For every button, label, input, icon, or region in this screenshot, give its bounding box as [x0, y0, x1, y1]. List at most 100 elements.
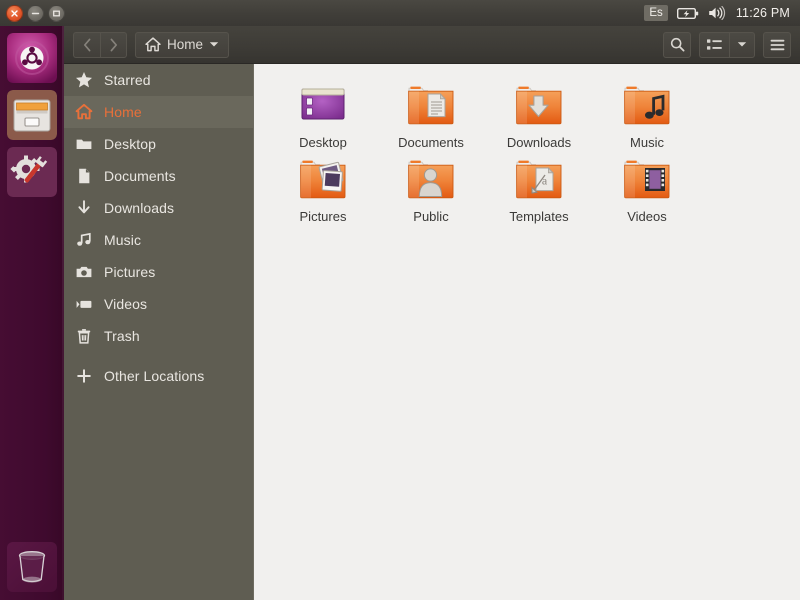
sidebar-item-desktop[interactable]: Desktop [64, 128, 254, 160]
music-icon [64, 231, 104, 249]
video-icon [64, 295, 104, 313]
view-mode-button[interactable] [699, 31, 729, 58]
plus-icon [64, 367, 104, 385]
sidebar-separator [64, 352, 254, 360]
file-item-music[interactable]: Music [593, 76, 701, 150]
file-item-label: Music [630, 135, 664, 150]
file-item-label: Videos [627, 209, 667, 224]
maximize-button[interactable] [48, 4, 65, 22]
sidebar-item-label: Downloads [104, 200, 175, 216]
file-item-label: Templates [509, 209, 569, 224]
file-manager-window: Home Starred Home Desktop Documents Down… [64, 26, 800, 600]
system-tray: Es 11:26 PM [644, 0, 800, 26]
file-item-public[interactable]: Public [377, 150, 485, 224]
main-menu-button[interactable] [763, 31, 791, 58]
path-bar-label: Home [167, 37, 204, 52]
sidebar-item-videos[interactable]: Videos [64, 288, 254, 320]
header-bar: Home [64, 26, 800, 64]
sidebar-item-other-locations[interactable]: Other Locations [64, 360, 254, 392]
file-item-desktop[interactable]: Desktop [269, 76, 377, 150]
sidebar-item-starred[interactable]: Starred [64, 64, 254, 96]
chevron-down-icon [737, 42, 747, 47]
downloads-folder-icon [515, 82, 563, 128]
sidebar-item-label: Starred [104, 72, 151, 88]
launcher-item-trash[interactable] [7, 542, 57, 592]
view-mode-dropdown-button[interactable] [729, 31, 755, 58]
home-icon [145, 37, 161, 52]
minimize-button[interactable] [27, 4, 44, 22]
sidebar-item-label: Documents [104, 168, 176, 184]
file-item-pictures[interactable]: Pictures [269, 150, 377, 224]
sidebar-item-pictures[interactable]: Pictures [64, 256, 254, 288]
launcher-item-files[interactable] [7, 90, 57, 140]
places-sidebar: Starred Home Desktop Documents Downloads Musi… [64, 64, 254, 600]
window-controls [0, 4, 65, 22]
pictures-folder-icon [299, 156, 347, 202]
close-icon [11, 9, 18, 17]
unity-launcher [0, 26, 64, 600]
keyboard-layout-indicator[interactable]: Es [644, 5, 668, 21]
sidebar-item-label: Pictures [104, 264, 156, 280]
minimize-icon [31, 12, 40, 14]
desktop-folder-icon [299, 82, 347, 128]
sidebar-item-home[interactable]: Home [64, 96, 254, 128]
search-button[interactable] [663, 31, 691, 58]
chevron-down-icon [209, 42, 219, 47]
view-mode-control [699, 31, 755, 58]
home-icon [64, 103, 104, 121]
trash-icon [18, 551, 46, 583]
icon-grid: Desktop Documents Downloads Music Pictures Pu… [255, 64, 800, 224]
sidebar-item-label: Trash [104, 328, 140, 344]
search-icon [670, 37, 684, 52]
path-bar-home-button[interactable]: Home [135, 31, 230, 58]
ubuntu-logo-icon [7, 33, 57, 83]
sidebar-item-downloads[interactable]: Downloads [64, 192, 254, 224]
public-folder-icon [407, 156, 455, 202]
sidebar-item-music[interactable]: Music [64, 224, 254, 256]
file-item-label: Downloads [506, 135, 572, 150]
desktop-screen: Es 11:26 PM Home Starred Home Desktop Do… [0, 0, 800, 600]
maximize-icon [53, 10, 60, 16]
file-manager-icon [7, 90, 57, 140]
battery-indicator[interactable] [676, 7, 699, 20]
file-item-label: Public [413, 209, 449, 224]
file-item-templates[interactable]: a Templates [485, 150, 593, 224]
back-button[interactable] [73, 31, 100, 58]
list-view-icon [707, 38, 722, 50]
download-icon [64, 199, 104, 217]
file-item-label: Desktop [299, 135, 347, 150]
launcher-item-system-settings[interactable] [7, 147, 57, 197]
sidebar-item-label: Home [104, 104, 142, 120]
file-item-documents[interactable]: Documents [377, 76, 485, 150]
music-folder-icon [623, 82, 671, 128]
trash-icon [64, 327, 104, 345]
file-item-downloads[interactable]: Downloads [485, 76, 593, 150]
file-item-label: Pictures [299, 209, 347, 224]
hamburger-menu-icon [770, 39, 784, 50]
videos-folder-icon [623, 156, 671, 202]
sidebar-item-label: Music [104, 232, 142, 248]
navigation-buttons [73, 31, 127, 58]
sidebar-item-trash[interactable]: Trash [64, 320, 254, 352]
sidebar-item-label: Videos [104, 296, 148, 312]
header-tools [663, 31, 791, 58]
sidebar-item-documents[interactable]: Documents [64, 160, 254, 192]
sidebar-item-label: Other Locations [104, 368, 205, 384]
launcher-item-ubuntu-dash[interactable] [7, 33, 57, 83]
sidebar-item-label: Desktop [104, 136, 157, 152]
volume-indicator[interactable] [708, 6, 727, 20]
star-icon [64, 71, 104, 89]
top-panel: Es 11:26 PM [0, 0, 800, 26]
camera-icon [64, 263, 104, 281]
folder-icon [64, 135, 104, 153]
chevron-right-icon [110, 38, 118, 51]
document-icon [64, 167, 104, 185]
file-list-view[interactable]: Desktop Documents Downloads Music Pictures Pu… [255, 64, 800, 600]
close-button[interactable] [6, 4, 23, 22]
clock[interactable]: 11:26 PM [736, 6, 790, 20]
forward-button[interactable] [100, 31, 127, 58]
file-item-videos[interactable]: Videos [593, 150, 701, 224]
keyboard-layout-label: Es [644, 5, 668, 21]
chevron-left-icon [83, 38, 90, 51]
templates-folder-icon: a [515, 156, 563, 202]
